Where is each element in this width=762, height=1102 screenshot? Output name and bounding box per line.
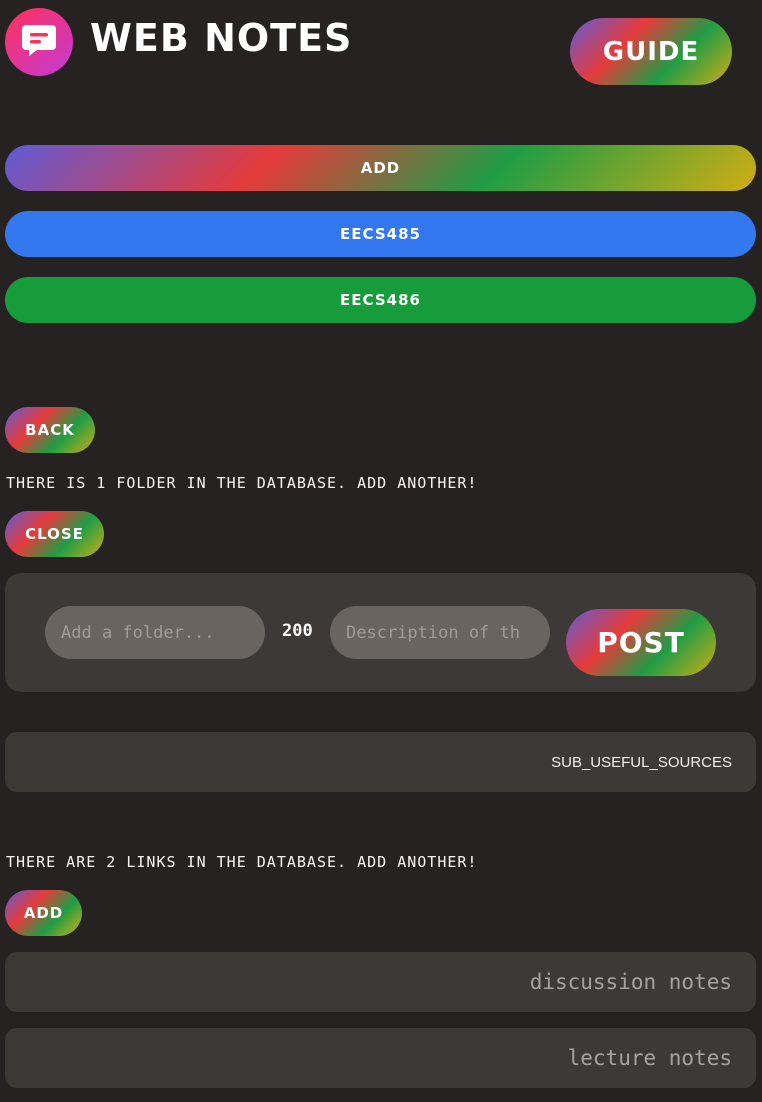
logo[interactable] bbox=[5, 8, 73, 76]
class-button-eecs486[interactable]: EECS486 bbox=[5, 277, 756, 323]
app-title: WEB NOTES bbox=[90, 16, 353, 60]
link-item-label: discussion notes bbox=[529, 970, 732, 994]
back-button[interactable]: BACK bbox=[5, 407, 95, 453]
link-item[interactable]: lecture notes bbox=[5, 1028, 756, 1088]
add-folder-form: 200 POST bbox=[5, 573, 756, 692]
link-item[interactable]: discussion notes bbox=[5, 952, 756, 1012]
folder-description-input[interactable] bbox=[330, 606, 550, 659]
add-class-button[interactable]: ADD bbox=[5, 145, 756, 191]
chat-bubble-icon bbox=[18, 19, 60, 65]
close-button[interactable]: CLOSE bbox=[5, 511, 104, 557]
page: WEB NOTES GUIDE ADD EECS485 EECS486 BACK… bbox=[0, 0, 762, 1102]
add-link-button[interactable]: ADD bbox=[5, 890, 82, 936]
post-button[interactable]: POST bbox=[566, 609, 716, 676]
char-count: 200 bbox=[282, 621, 313, 641]
guide-button[interactable]: GUIDE bbox=[570, 18, 732, 85]
link-count-text: THERE ARE 2 LINKS IN THE DATABASE. ADD A… bbox=[6, 853, 478, 871]
folder-item-label: SUB_USEFUL_SOURCES bbox=[551, 753, 732, 771]
folder-count-text: THERE IS 1 FOLDER IN THE DATABASE. ADD A… bbox=[6, 474, 478, 492]
link-item-label: lecture notes bbox=[567, 1046, 732, 1070]
class-button-eecs485[interactable]: EECS485 bbox=[5, 211, 756, 257]
folder-item[interactable]: SUB_USEFUL_SOURCES bbox=[5, 732, 756, 792]
folder-name-input[interactable] bbox=[45, 606, 265, 659]
